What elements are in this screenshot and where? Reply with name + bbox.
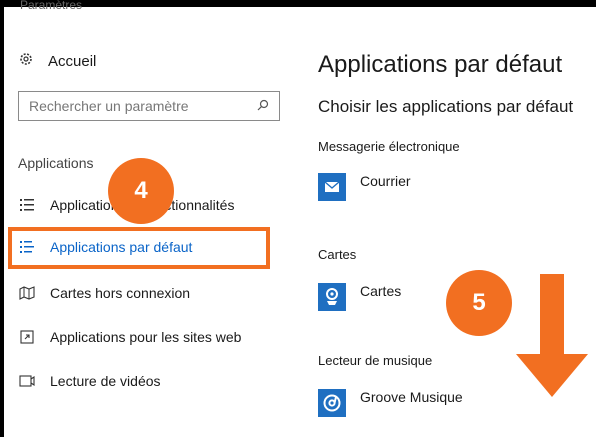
- annotation-badge-5: 5: [446, 270, 512, 336]
- section-title-applications: Applications: [18, 155, 94, 171]
- category-maps: Cartes: [318, 247, 357, 262]
- annotation-arrow-down-icon: [516, 274, 588, 397]
- sidebar-item-label: Cartes hors connexion: [50, 285, 191, 301]
- category-email: Messagerie électronique: [318, 139, 460, 154]
- sidebar-item-label: Applications pour les sites web: [50, 329, 242, 345]
- search-icon: [257, 98, 269, 114]
- annotation-badge-4: 4: [108, 158, 174, 224]
- search-input[interactable]: Rechercher un paramètre: [18, 91, 280, 121]
- mail-icon: [318, 173, 346, 201]
- app-name: Cartes: [360, 283, 402, 299]
- search-placeholder: Rechercher un paramètre: [29, 98, 189, 114]
- default-app-music[interactable]: Groove Musique: [318, 389, 463, 417]
- window-top-edge: [0, 0, 596, 7]
- page-subtitle: Choisir les applications par défaut: [318, 97, 574, 116]
- maps-icon: [318, 283, 346, 311]
- home-label: Accueil: [48, 52, 97, 70]
- sidebar-item-label: Lecture de vidéos: [50, 373, 161, 389]
- sidebar-item-apps-websites[interactable]: Applications pour les sites web: [18, 329, 241, 345]
- video-playback-icon: [18, 375, 36, 387]
- app-name: Courrier: [360, 173, 411, 189]
- default-app-maps[interactable]: Cartes: [318, 283, 401, 311]
- sidebar-item-offline-maps[interactable]: Cartes hors connexion: [18, 285, 190, 301]
- category-music: Lecteur de musique: [318, 353, 433, 368]
- default-app-email[interactable]: Courrier: [318, 173, 411, 201]
- home-link[interactable]: Accueil: [18, 51, 96, 71]
- gear-icon: [18, 51, 34, 71]
- annotation-highlight-box: [8, 227, 270, 269]
- page-title: Applications par défaut: [318, 51, 563, 78]
- offline-maps-icon: [18, 286, 36, 300]
- groove-icon: [318, 389, 346, 417]
- apps-websites-icon: [18, 330, 36, 344]
- apps-features-icon: [18, 199, 36, 211]
- sidebar-item-video-playback[interactable]: Lecture de vidéos: [18, 373, 161, 389]
- app-name: Groove Musique: [360, 389, 463, 405]
